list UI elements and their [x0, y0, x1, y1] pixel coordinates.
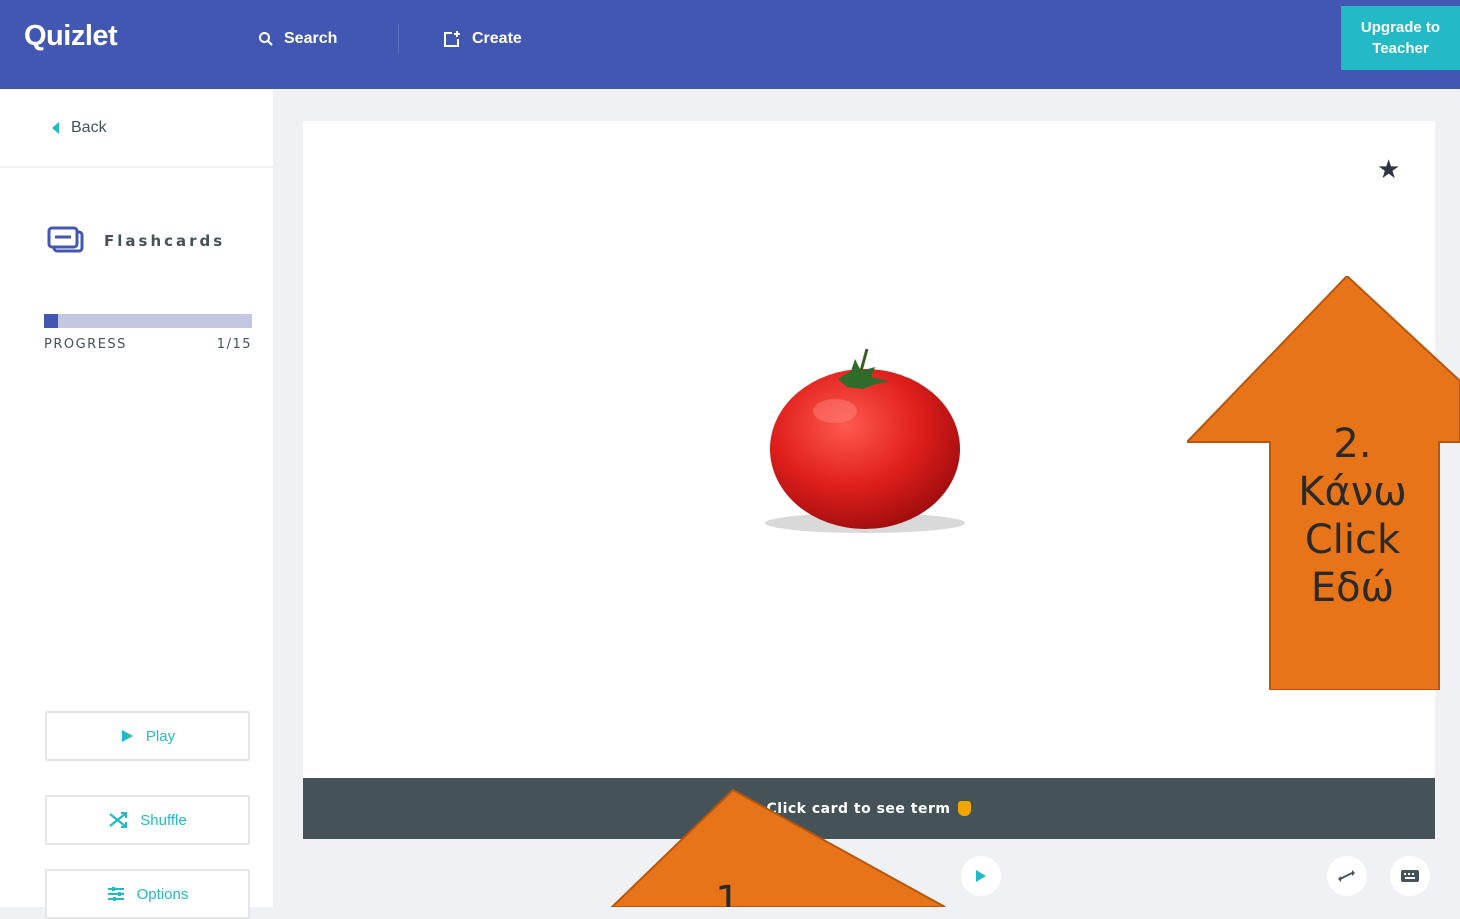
annotation-text: 2. Κάνω Click Εδώ: [1285, 420, 1420, 612]
upgrade-line1: Upgrade to: [1360, 19, 1441, 36]
search-label: Search: [284, 30, 338, 47]
play-arrow-icon: [976, 870, 986, 882]
options-label: Options: [136, 885, 189, 903]
annotation-line-4: Εδώ: [1310, 565, 1395, 611]
search-icon: [259, 32, 273, 46]
create-label: Create: [472, 30, 522, 47]
annotation-number-1: 1: [715, 878, 740, 907]
flashcards-icon: [47, 226, 84, 253]
back-arrow-icon: [52, 122, 59, 134]
swap-icon: [1338, 870, 1355, 882]
card-hint-bar[interactable]: Click card to see term: [303, 778, 1435, 839]
options-button[interactable]: Options: [45, 869, 250, 919]
annotation-line-2: Κάνω: [1298, 469, 1407, 515]
study-mode-selector[interactable]: Flashcards: [46, 226, 225, 256]
quizlet-logo[interactable]: Quizlet: [24, 20, 118, 53]
tomato-image: [765, 348, 965, 533]
card-hint-text: Click card to see term: [766, 800, 951, 817]
shuffle-button[interactable]: Shuffle: [45, 795, 250, 845]
mode-label: Flashcards: [104, 232, 226, 250]
upgrade-line2: Teacher: [1372, 40, 1429, 57]
top-bar: Quizlet Search Create Upgrade to Teacher: [0, 0, 1460, 89]
keyboard-shortcuts-button[interactable]: [1390, 856, 1430, 896]
progress-bar-fill: [44, 314, 58, 328]
shuffle-label: Shuffle: [140, 811, 187, 829]
keyboard-icon: [1401, 870, 1419, 882]
create-button[interactable]: Create: [442, 26, 522, 52]
annotation-line-3: Click: [1304, 517, 1401, 563]
play-label: Play: [145, 727, 176, 745]
play-icon: [121, 730, 133, 742]
star-icon[interactable]: ★: [1377, 157, 1400, 183]
sidebar-divider: [0, 166, 273, 168]
progress-bar: [44, 314, 252, 328]
upgrade-to-teacher-button[interactable]: Upgrade to Teacher: [1341, 6, 1460, 70]
progress-label: PROGRESS: [44, 337, 127, 352]
progress-row: PROGRESS 1/15: [44, 337, 252, 352]
play-button[interactable]: Play: [45, 711, 250, 761]
create-icon: [444, 31, 460, 47]
pointer-hand-icon: [958, 801, 972, 816]
back-link[interactable]: Back: [52, 119, 107, 137]
shuffle-icon: [109, 812, 128, 828]
swap-sides-button[interactable]: [1327, 856, 1367, 896]
sidebar: Back Flashcards PROGRESS 1/15 Play Shuff…: [0, 89, 273, 919]
annotation-line-1: 2.: [1333, 421, 1372, 467]
nav-divider: [398, 24, 399, 54]
options-icon: [107, 887, 124, 901]
back-label: Back: [71, 119, 107, 136]
next-card-button[interactable]: [961, 856, 1001, 896]
search-button[interactable]: Search: [258, 26, 337, 52]
progress-count: 1/15: [216, 337, 252, 352]
